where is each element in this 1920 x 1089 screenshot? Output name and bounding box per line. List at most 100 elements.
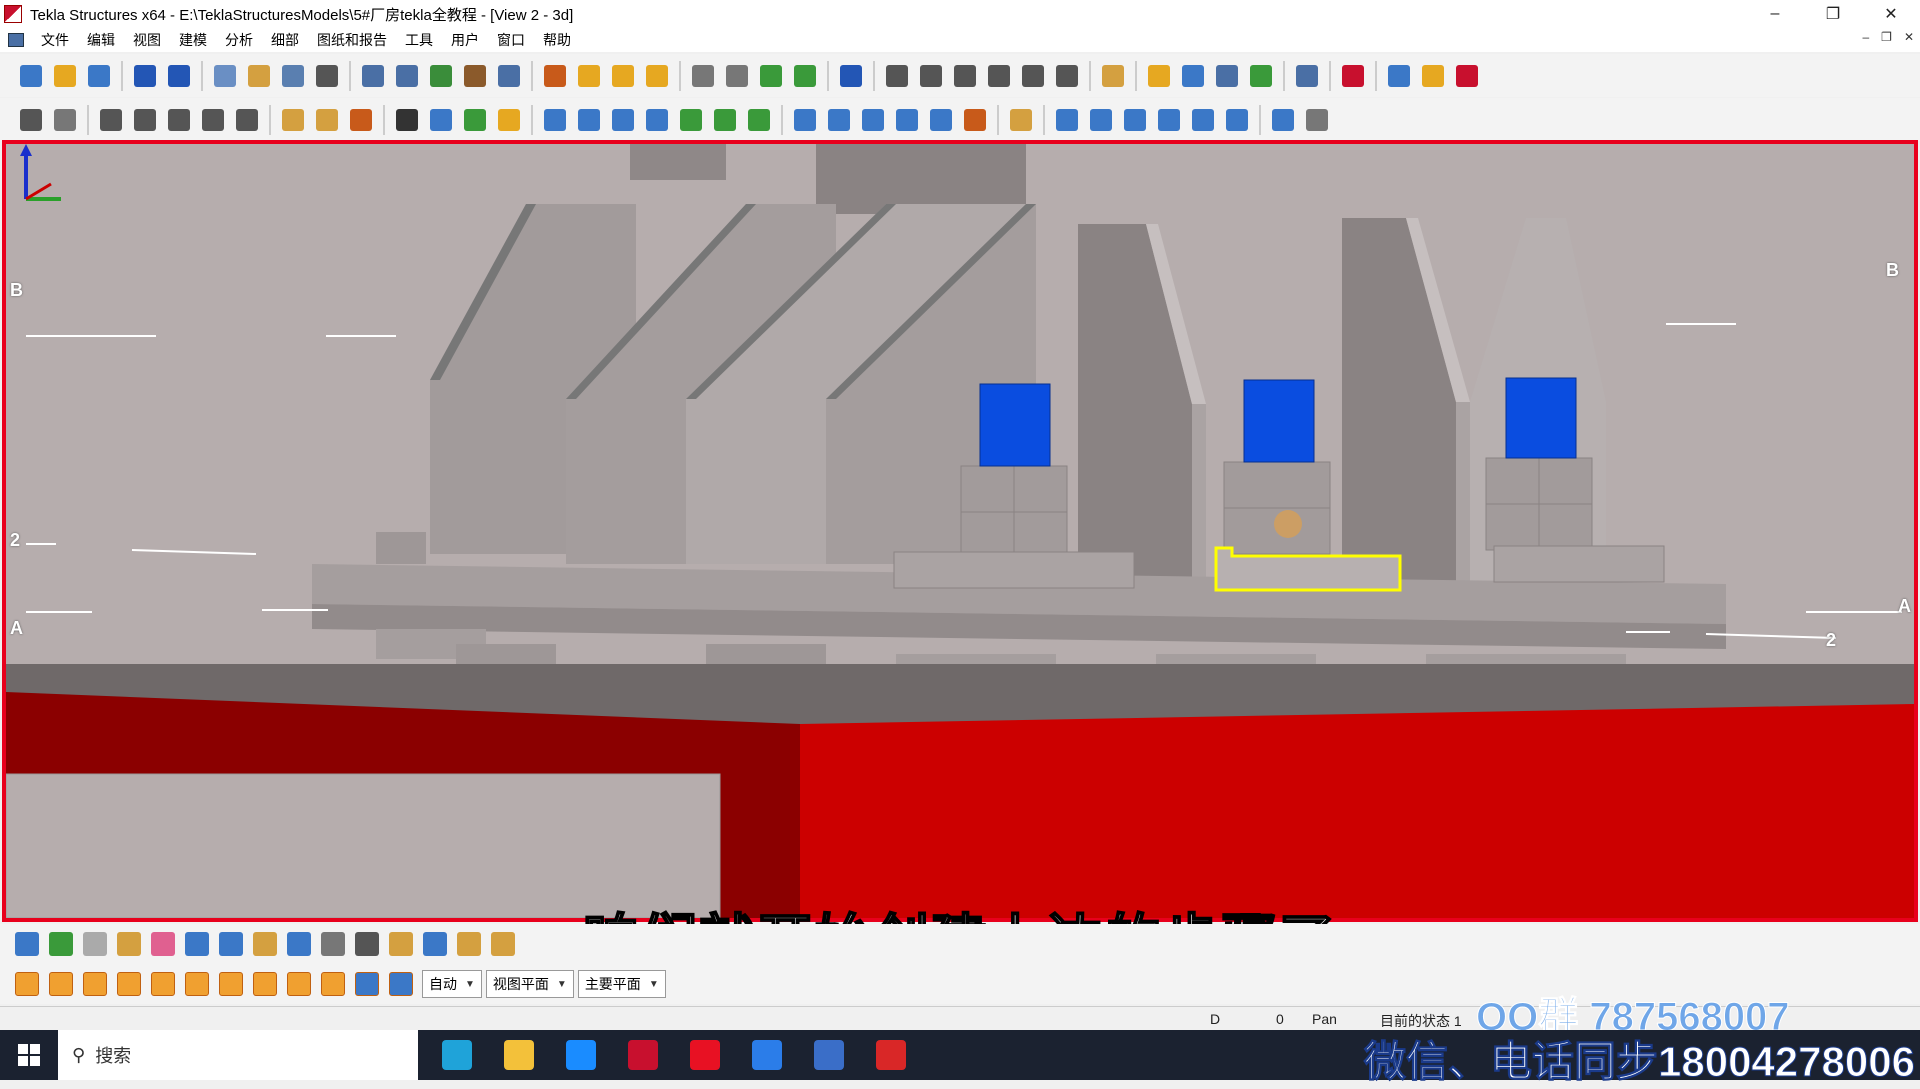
- pipe-button[interactable]: [788, 103, 822, 137]
- select-bolt-button[interactable]: [384, 927, 418, 961]
- properties-button[interactable]: [310, 59, 344, 93]
- model-canvas[interactable]: [6, 144, 1914, 918]
- open-button[interactable]: [48, 59, 82, 93]
- snap-x-button[interactable]: [214, 967, 248, 1001]
- cut-button[interactable]: [606, 103, 640, 137]
- grid-button[interactable]: [572, 59, 606, 93]
- point2-button[interactable]: [1220, 103, 1254, 137]
- select-cut-button[interactable]: [214, 927, 248, 961]
- cross-line-button[interactable]: [1152, 103, 1186, 137]
- kuaiya-taskbar-button[interactable]: [736, 1030, 798, 1080]
- pad-button[interactable]: [1004, 103, 1038, 137]
- select-grid2-button[interactable]: [180, 927, 214, 961]
- wps-taskbar-button[interactable]: [860, 1030, 922, 1080]
- folder-button[interactable]: [1416, 59, 1450, 93]
- binoculars-button[interactable]: [390, 103, 424, 137]
- switch-button[interactable]: [1176, 59, 1210, 93]
- xyz-button[interactable]: [538, 59, 572, 93]
- copy-button[interactable]: [208, 59, 242, 93]
- forward-button[interactable]: [1382, 59, 1416, 93]
- menu-item-9[interactable]: 窗口: [488, 30, 534, 50]
- help-button[interactable]: [834, 59, 868, 93]
- view-list-button[interactable]: [390, 59, 424, 93]
- save-button[interactable]: [82, 59, 116, 93]
- document-button[interactable]: [276, 59, 310, 93]
- new-button[interactable]: [14, 59, 48, 93]
- view-button[interactable]: [356, 59, 390, 93]
- measure-button[interactable]: [948, 59, 982, 93]
- redo-button[interactable]: [162, 59, 196, 93]
- rebar-button[interactable]: [344, 103, 378, 137]
- clash-button[interactable]: [640, 59, 674, 93]
- menu-item-4[interactable]: 分析: [216, 30, 262, 50]
- report-button[interactable]: [1210, 59, 1244, 93]
- taskbar-search[interactable]: ⚲ 搜索: [58, 1030, 418, 1080]
- select-plane-button[interactable]: [452, 927, 486, 961]
- angle-button[interactable]: [982, 59, 1016, 93]
- component-button[interactable]: [754, 59, 788, 93]
- create-view-button[interactable]: [14, 103, 48, 137]
- line-button[interactable]: [1050, 103, 1084, 137]
- work-plane-select[interactable]: 视图平面 ▼: [485, 970, 574, 998]
- search-app-taskbar-button[interactable]: [550, 1030, 612, 1080]
- select-button[interactable]: [492, 59, 526, 93]
- undo-button[interactable]: [128, 59, 162, 93]
- point-button[interactable]: [1050, 59, 1084, 93]
- snap-hourglass-button[interactable]: [282, 967, 316, 1001]
- dashed-line-button[interactable]: [1084, 103, 1118, 137]
- brace-button[interactable]: [572, 103, 606, 137]
- select-weld-button[interactable]: [248, 927, 282, 961]
- column-button[interactable]: [94, 103, 128, 137]
- select-view-button[interactable]: [316, 927, 350, 961]
- snap-square-button[interactable]: [44, 967, 78, 1001]
- modify-button[interactable]: [458, 103, 492, 137]
- snap-box-button[interactable]: [350, 967, 384, 1001]
- snap-reference-button[interactable]: [10, 967, 44, 1001]
- opera-taskbar-button[interactable]: [674, 1030, 736, 1080]
- cross-button[interactable]: [1186, 103, 1220, 137]
- model-view-3d[interactable]: B B 2 2 A A: [2, 140, 1918, 922]
- scissors-button[interactable]: [458, 59, 492, 93]
- menu-item-7[interactable]: 工具: [396, 30, 442, 50]
- select-all-button[interactable]: [10, 927, 44, 961]
- slash-button[interactable]: [1266, 103, 1300, 137]
- snap-check-button[interactable]: [248, 967, 282, 1001]
- menu-item-6[interactable]: 图纸和报告: [308, 30, 396, 50]
- tekla-app-taskbar-button[interactable]: [612, 1030, 674, 1080]
- clipboard-button[interactable]: [424, 59, 458, 93]
- arc-button[interactable]: [1016, 59, 1050, 93]
- snap-cross-button[interactable]: [146, 967, 180, 1001]
- select-part-button[interactable]: [44, 927, 78, 961]
- erase-button[interactable]: [48, 103, 82, 137]
- layers-button[interactable]: [1142, 59, 1176, 93]
- connection-button[interactable]: [674, 103, 708, 137]
- move-button[interactable]: [242, 59, 276, 93]
- select-component-button[interactable]: [350, 927, 384, 961]
- beam2-button[interactable]: [822, 103, 856, 137]
- bolt-button[interactable]: [276, 103, 310, 137]
- edge-taskbar-button[interactable]: [426, 1030, 488, 1080]
- component2-button[interactable]: [788, 59, 822, 93]
- maximize-button[interactable]: ❐: [1804, 0, 1862, 28]
- dimension2-button[interactable]: [914, 59, 948, 93]
- mdi-minimize-button[interactable]: –: [1862, 30, 1869, 44]
- material-button[interactable]: [492, 103, 526, 137]
- pin-button[interactable]: [1096, 59, 1130, 93]
- fit-button[interactable]: [640, 103, 674, 137]
- system-menu-icon[interactable]: [8, 33, 24, 47]
- menu-item-8[interactable]: 用户: [442, 30, 488, 50]
- beam-button[interactable]: [128, 103, 162, 137]
- select-tool-button[interactable]: [486, 927, 520, 961]
- tekla-button[interactable]: [1336, 59, 1370, 93]
- menu-item-2[interactable]: 视图: [124, 30, 170, 50]
- menu-item-5[interactable]: 细部: [262, 30, 308, 50]
- select-object-button[interactable]: [112, 927, 146, 961]
- select-assembly-button[interactable]: [418, 927, 452, 961]
- dimension-button[interactable]: [880, 59, 914, 93]
- arrow-right-button[interactable]: [720, 59, 754, 93]
- cad-taskbar-button[interactable]: [798, 1030, 860, 1080]
- drawing-button[interactable]: [1244, 59, 1278, 93]
- mdi-restore-button[interactable]: ❐: [1881, 30, 1892, 44]
- snap-corner-button[interactable]: [180, 967, 214, 1001]
- windows-start-icon[interactable]: [0, 1030, 58, 1080]
